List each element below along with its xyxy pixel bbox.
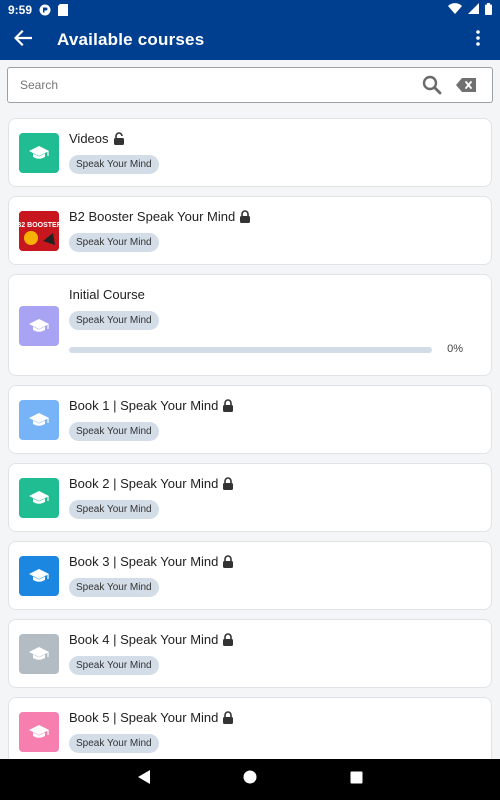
page-title: Available courses [57,30,205,49]
graduation-cap-icon [28,412,50,428]
course-thumbnail [19,556,59,596]
course-title: Book 5 | Speak Your Mind [69,710,219,725]
course-tag: Speak Your Mind [69,656,159,675]
course-title-row: Book 4 | Speak Your Mind [69,632,234,647]
back-triangle-icon [137,769,151,790]
course-tag: Speak Your Mind [69,578,159,597]
course-title: Initial Course [69,287,145,302]
course-title-row: Book 2 | Speak Your Mind [69,476,234,491]
status-time: 9:59 [8,3,33,17]
course-thumbnail [19,712,59,752]
home-circle-icon [243,770,257,789]
lock-icon [222,555,234,568]
clear-search-icon[interactable] [452,71,480,99]
system-nav-bar [0,759,500,800]
course-title: Book 4 | Speak Your Mind [69,632,219,647]
course-title: Book 1 | Speak Your Mind [69,398,219,413]
nav-back-button[interactable] [91,759,197,800]
graduation-cap-icon [28,646,50,662]
sd-card-icon [58,4,69,16]
course-title-row: Book 1 | Speak Your Mind [69,398,234,413]
course-card[interactable]: Book 3 | Speak Your Mind Speak Your Mind [8,541,492,610]
back-button[interactable] [1,20,45,60]
course-title-row: B2 Booster Speak Your Mind [69,209,251,224]
course-title: Book 3 | Speak Your Mind [69,554,219,569]
course-progress-bar [69,347,432,353]
course-card[interactable]: Book 5 | Speak Your Mind Speak Your Mind [8,697,492,766]
course-title-row: Initial Course [69,287,145,302]
wifi-icon [448,3,462,17]
graduation-cap-icon [28,318,50,334]
lock-icon [222,633,234,646]
search-input[interactable] [8,78,418,92]
nav-recents-button[interactable] [303,759,409,800]
course-card[interactable]: B2 BOOSTER B2 Booster Speak Your Mind Spea… [8,196,492,265]
course-title-row: Videos [69,131,125,146]
unlock-icon [113,132,125,145]
course-tag: Speak Your Mind [69,422,159,441]
course-title: Videos [69,131,109,146]
course-card[interactable]: Videos Speak Your Mind [8,118,492,187]
graduation-cap-icon [28,490,50,506]
course-list: Videos Speak Your Mind B2 BOOSTER B2 Booste… [8,118,492,775]
graduation-cap-icon [28,568,50,584]
course-title-row: Book 5 | Speak Your Mind [69,710,234,725]
lock-icon [222,399,234,412]
course-thumbnail [19,400,59,440]
course-card[interactable]: Book 2 | Speak Your Mind Speak Your Mind [8,463,492,532]
course-thumbnail [19,133,59,173]
more-options-button[interactable] [460,20,496,60]
course-thumbnail [19,634,59,674]
course-tag: Speak Your Mind [69,155,159,174]
course-tag: Speak Your Mind [69,734,159,753]
course-cover-image: B2 BOOSTER [19,211,59,251]
course-title: Book 2 | Speak Your Mind [69,476,219,491]
course-tag: Speak Your Mind [69,500,159,519]
course-tag: Speak Your Mind [69,311,159,330]
battery-icon [485,2,492,18]
signal-icon [468,3,479,17]
graduation-cap-icon [28,724,50,740]
search-icon[interactable] [418,71,446,99]
course-card[interactable]: Initial Course Speak Your Mind 0% [8,274,492,376]
arrow-left-icon [13,29,33,51]
graduation-cap-icon [28,145,50,161]
course-tag: Speak Your Mind [69,233,159,252]
cover-text: B2 BOOSTER [19,222,59,229]
lock-icon [239,210,251,223]
course-title-row: Book 3 | Speak Your Mind [69,554,234,569]
app-bar: Available courses [0,20,500,60]
sync-icon [39,4,51,16]
course-card[interactable]: Book 4 | Speak Your Mind Speak Your Mind [8,619,492,688]
lock-icon [222,711,234,724]
recents-square-icon [350,771,363,789]
course-thumbnail [19,306,59,346]
more-vertical-icon [476,29,480,51]
lock-icon [222,477,234,490]
course-title: B2 Booster Speak Your Mind [69,209,236,224]
course-progress-text: 0% [447,343,463,355]
course-thumbnail [19,478,59,518]
course-card[interactable]: Book 1 | Speak Your Mind Speak Your Mind [8,385,492,454]
search-bar [7,67,493,103]
nav-home-button[interactable] [197,759,303,800]
status-bar: 9:59 [0,0,500,20]
